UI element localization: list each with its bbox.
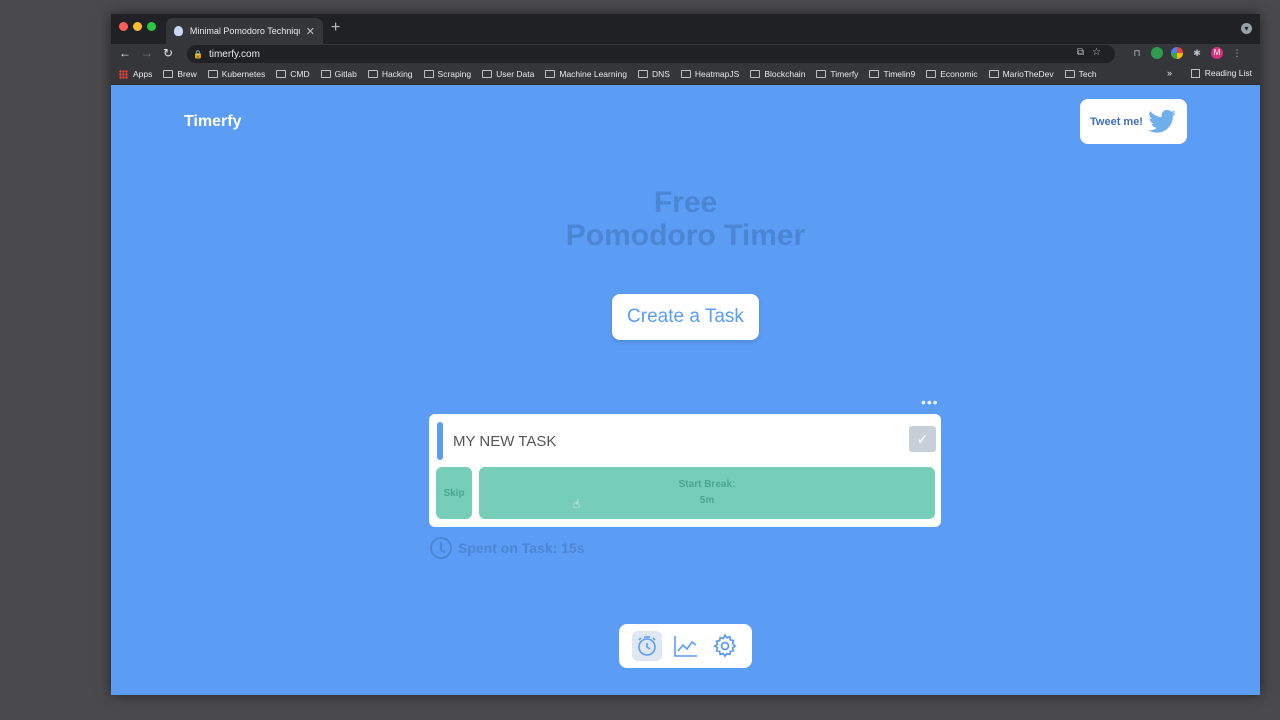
folder-icon	[276, 70, 287, 78]
task-title[interactable]: MY NEW TASK	[453, 433, 556, 450]
start-break-label: Start Break:	[678, 479, 736, 490]
extension-icons: ⊓ ✱ M ⋮	[1131, 47, 1243, 59]
bookmark-item[interactable]: Scraping	[423, 69, 471, 79]
tab-strip: Minimal Pomodoro Technique ✕ + ▾	[111, 14, 1260, 44]
bookmark-item[interactable]: Blockchain	[750, 69, 805, 79]
hand-cursor-icon: ☝	[573, 497, 581, 511]
back-icon[interactable]: ←	[119, 46, 131, 60]
bookmark-item[interactable]: Timelin9	[869, 69, 915, 79]
skip-button[interactable]: Skip	[436, 467, 472, 519]
bookmark-item[interactable]: DNS	[637, 69, 670, 79]
bookmark-item[interactable]: CMD	[276, 69, 310, 79]
folder-icon	[1064, 70, 1075, 78]
bookmark-item[interactable]: Brew	[163, 69, 197, 79]
browser-menu-icon[interactable]: ⋮	[1231, 47, 1243, 59]
bookmark-item[interactable]: Tech	[1064, 69, 1097, 79]
new-tab-button[interactable]: +	[331, 19, 340, 37]
bookmark-item[interactable]: Machine Learning	[545, 69, 627, 79]
chart-icon	[673, 636, 697, 657]
tweet-me-button[interactable]: Tweet me!	[1080, 99, 1187, 144]
complete-task-checkbox[interactable]: ✓	[909, 426, 936, 452]
timerfy-page: Timerfy Tweet me! Free Pomodoro Timer Cr…	[111, 86, 1260, 695]
folder-icon	[163, 70, 174, 78]
task-color-bar	[437, 422, 443, 460]
folder-icon	[926, 70, 937, 78]
reading-list-button[interactable]: Reading List	[1190, 68, 1252, 78]
tab-title: Minimal Pomodoro Technique	[189, 26, 300, 36]
folder-icon	[637, 70, 648, 78]
maximize-window-button[interactable]	[147, 22, 156, 31]
folder-icon	[207, 70, 218, 78]
hero-heading: Free Pomodoro Timer	[111, 186, 1260, 252]
bookmark-item[interactable]: HeatmapJS	[680, 69, 739, 79]
apps-grid-icon	[119, 69, 128, 79]
url-text: timerfy.com	[208, 48, 260, 60]
folder-icon	[367, 70, 378, 78]
browser-tab[interactable]: Minimal Pomodoro Technique ✕	[166, 18, 323, 44]
tab-search-icon[interactable]: ▾	[1241, 23, 1252, 34]
bookmark-item[interactable]: MarioTheDev	[988, 69, 1054, 79]
bookmark-star-icon[interactable]: ⧉☆	[1077, 47, 1109, 58]
bookmark-item[interactable]: User Data	[482, 69, 534, 79]
close-window-button[interactable]	[119, 22, 128, 31]
bookmarks-overflow-button[interactable]: »	[1167, 68, 1172, 78]
folder-icon	[423, 70, 434, 78]
break-duration: 5m	[699, 495, 715, 506]
bookmarks-bar: Apps Brew Kubernetes CMD Gitlab Hacking …	[111, 64, 1260, 85]
folder-icon	[750, 70, 761, 78]
folder-icon	[482, 70, 493, 78]
site-logo[interactable]: Timerfy	[184, 113, 242, 131]
reading-list-icon	[1190, 68, 1200, 78]
lock-icon: 🔒	[193, 49, 203, 59]
bookmark-apps[interactable]: Apps	[119, 69, 152, 79]
tweet-label: Tweet me!	[1090, 115, 1143, 128]
bookmark-item[interactable]: Economic	[926, 69, 978, 79]
time-spent: Spent on Task: 15s	[430, 537, 585, 559]
folder-icon	[320, 70, 331, 78]
hero-line-2: Pomodoro Timer	[565, 219, 806, 252]
folder-icon	[988, 70, 999, 78]
bookmark-item[interactable]: Hacking	[367, 69, 413, 79]
task-card: MY NEW TASK ✓ Skip Start Break: 5m	[429, 414, 941, 527]
extension-color-icon[interactable]	[1171, 47, 1183, 59]
bookmark-item[interactable]: Kubernetes	[207, 69, 265, 79]
nav-stats[interactable]	[671, 631, 701, 661]
start-break-button[interactable]: Start Break: 5m	[479, 467, 935, 519]
timer-icon	[637, 636, 656, 656]
bottom-navigation	[619, 624, 752, 668]
twitter-bird-icon	[1148, 109, 1176, 133]
reload-icon[interactable]: ↻	[163, 46, 173, 60]
address-bar[interactable]: 🔒 timerfy.com ⧉☆	[187, 45, 1115, 63]
settings-icon	[712, 633, 737, 658]
forward-icon[interactable]: →	[141, 46, 153, 60]
time-spent-text: Spent on Task: 15s	[458, 540, 585, 556]
extension-green-icon[interactable]	[1151, 47, 1163, 59]
create-task-button[interactable]: Create a Task	[612, 294, 759, 340]
folder-icon	[816, 70, 827, 78]
clock-icon	[430, 537, 452, 559]
minimize-window-button[interactable]	[133, 22, 142, 31]
favicon-icon	[174, 26, 183, 36]
extensions-puzzle-icon[interactable]: ✱	[1191, 47, 1203, 59]
hero-line-1: Free	[653, 186, 718, 219]
profile-avatar[interactable]: M	[1211, 47, 1223, 59]
more-options-icon[interactable]: •••	[921, 394, 939, 410]
browser-window: Minimal Pomodoro Technique ✕ + ▾ ← → ↻ 🔒…	[111, 14, 1260, 695]
folder-icon	[869, 70, 880, 78]
bookmark-item[interactable]: Gitlab	[320, 69, 357, 79]
folder-icon	[680, 70, 691, 78]
nav-settings[interactable]	[710, 631, 740, 661]
extension-pin-icon[interactable]: ⊓	[1131, 47, 1143, 59]
tab-close-icon[interactable]: ✕	[306, 25, 315, 38]
browser-toolbar: ← → ↻ 🔒 timerfy.com ⧉☆ ⊓ ✱ M ⋮	[111, 44, 1260, 64]
nav-timer[interactable]	[631, 631, 662, 661]
bookmark-item[interactable]: Timerfy	[816, 69, 858, 79]
folder-icon	[545, 70, 556, 78]
